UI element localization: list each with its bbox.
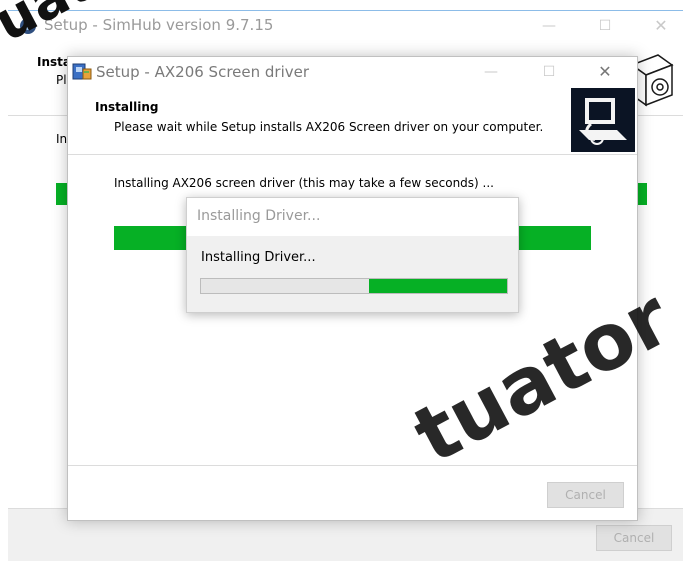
simhub-cancel-button[interactable]: Cancel [596, 525, 672, 551]
ax206-footer-divider [68, 465, 637, 466]
ax206-maximize-button[interactable]: ☐ [540, 63, 558, 81]
simhub-minimize-button[interactable]: — [540, 17, 558, 35]
ax206-header-divider [68, 154, 637, 155]
installing-driver-dialog: Installing Driver... Installing Driver..… [186, 197, 519, 313]
ax206-window-title: Setup - AX206 Screen driver [96, 63, 310, 81]
driver-dialog-title: Installing Driver... [197, 208, 321, 224]
ax206-minimize-button[interactable]: — [482, 63, 500, 81]
install-heading: Installing [95, 100, 159, 114]
simhub-subheading: Pl [56, 73, 67, 87]
driver-dialog-message: Installing Driver... [201, 250, 316, 265]
ax206-titlebar[interactable]: Setup - AX206 Screen driver — ☐ ✕ [68, 57, 637, 87]
install-status-text: Installing AX206 screen driver (this may… [114, 176, 494, 190]
driver-progress-segment [369, 279, 507, 293]
setup-box-icon [71, 60, 93, 82]
simhub-close-button[interactable]: ✕ [652, 17, 670, 35]
ax206-cancel-button[interactable]: Cancel [547, 482, 624, 508]
ax206-close-button[interactable]: ✕ [596, 63, 614, 81]
computer-install-icon [571, 88, 635, 152]
simhub-heading: Insta [37, 55, 71, 69]
install-subtitle: Please wait while Setup installs AX206 S… [114, 120, 544, 134]
simhub-maximize-button[interactable]: ☐ [596, 17, 614, 35]
driver-dialog-body: Installing Driver... [187, 236, 518, 312]
driver-progress-track [200, 278, 508, 294]
simhub-body-text: In [56, 132, 68, 146]
simhub-titlebar[interactable]: Setup - SimHub version 9.7.15 — ☐ ✕ [8, 11, 683, 41]
